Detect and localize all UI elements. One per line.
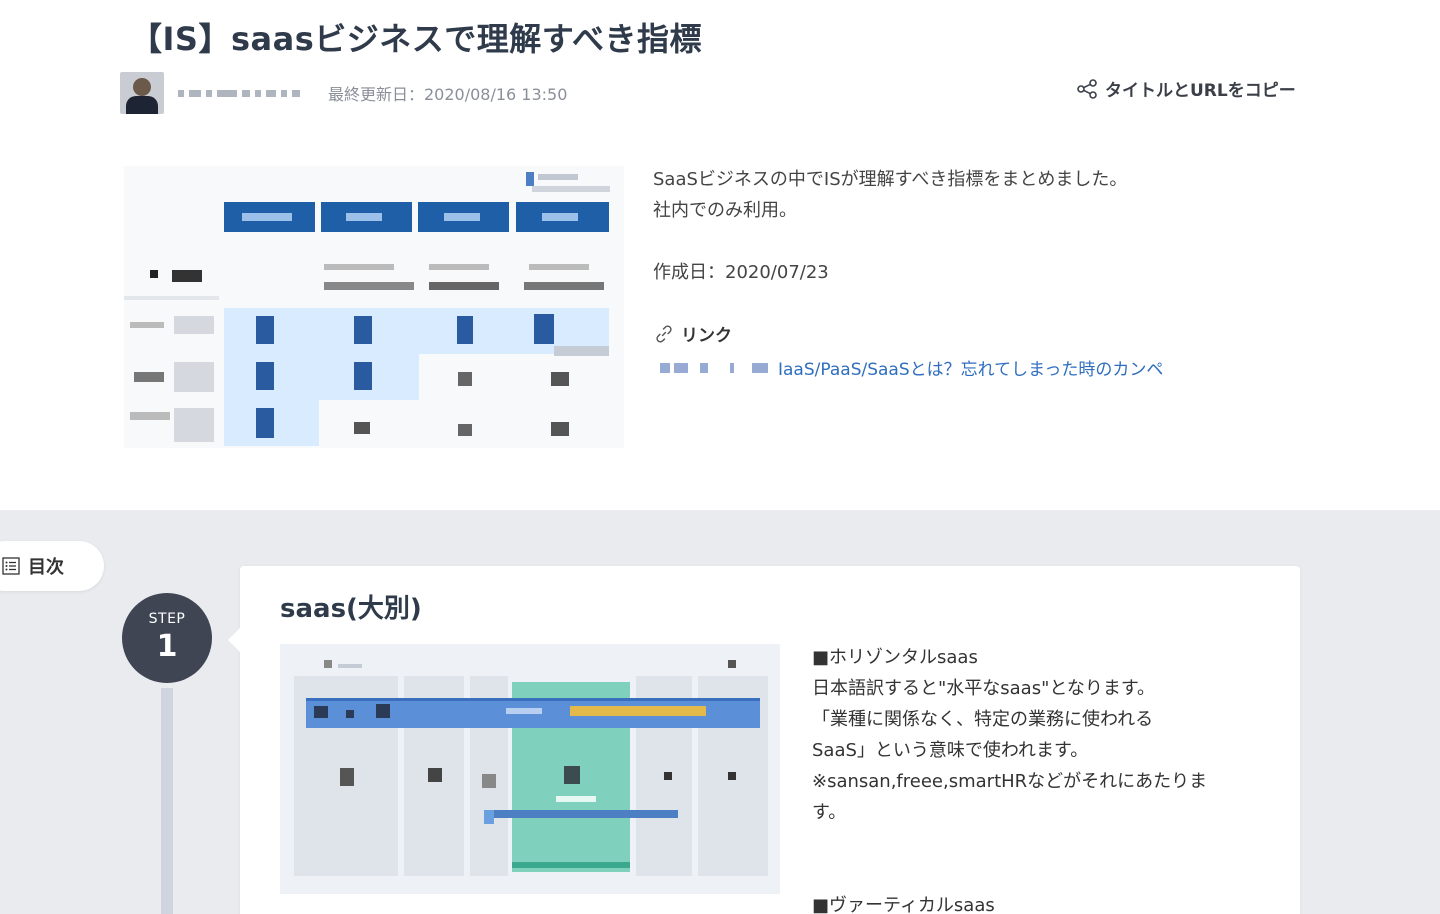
related-link-text[interactable]: IaaS/PaaS/SaaSとは？忘れてしまった時のカンペ [778, 355, 1163, 380]
step-title: saas(大別) [280, 594, 422, 624]
step-label: STEP [148, 611, 186, 627]
last-updated: 最終更新日：2020/08/16 13:50 [328, 85, 568, 104]
step-text-line-1: ■ホリゾンタルsaas [812, 647, 978, 668]
created-date: 作成日：2020/07/23 [653, 262, 829, 283]
description-line-1: SaaSビジネスの中でISが理解すべき指標をまとめました。 [653, 169, 1128, 190]
article-header: 【IS】saasビジネスで理解すべき指標 最終更新日：2020/08/16 13… [0, 0, 1440, 510]
step-body-text: ■ホリゾンタルsaas 日本語訳すると"水平なsaas"となります。 「業種に関… [812, 642, 1262, 914]
link-favicon-redacted [660, 362, 768, 373]
author-row: 最終更新日：2020/08/16 13:50 [120, 72, 567, 114]
step-text-line-5: ※sansan,freee,smartHRなどがそれにあたりま [812, 771, 1208, 792]
description-line-2: 社内でのみ利用。 [653, 200, 797, 221]
author-name-redacted [178, 89, 300, 97]
metrics-table-thumbnail[interactable] [124, 166, 624, 448]
step-text-line-2: 日本語訳すると"水平なsaas"となります。 [812, 678, 1156, 699]
toc-button[interactable]: 目次 [0, 541, 104, 591]
step-card: saas(大別) ■ホリゾンタルsaas 日本語訳すると"水平なsaas"となり… [228, 566, 1300, 914]
step-text-line-6: す。 [812, 802, 847, 823]
toc-label: 目次 [28, 557, 64, 578]
step-timeline-line [161, 688, 173, 914]
link-icon [656, 324, 672, 343]
step-number: 1 [156, 629, 178, 664]
saas-diagram-image[interactable] [280, 644, 780, 894]
step-text-line-3: 「業種に関係なく、特定の業務に使われる [812, 709, 1154, 730]
related-link[interactable]: IaaS/PaaS/SaaSとは？忘れてしまった時のカンペ [660, 355, 1163, 380]
list-icon [2, 557, 20, 575]
link-heading-label: リンク [681, 326, 732, 346]
share-icon [1077, 78, 1097, 99]
step-text-next-heading: ■ヴァーティカルsaas [812, 895, 995, 914]
step-badge: STEP 1 [122, 593, 212, 683]
page-title: 【IS】saasビジネスで理解すべき指標 [130, 20, 702, 58]
copy-label: タイトルとURLをコピー [1105, 81, 1296, 101]
avatar[interactable] [120, 72, 164, 114]
article-description: SaaSビジネスの中でISが理解すべき指標をまとめました。 社内でのみ利用。 作… [653, 164, 1293, 288]
step-text-line-4: SaaS」という意味で使われます。 [812, 740, 1089, 761]
copy-title-url-button[interactable]: タイトルとURLをコピー [1075, 76, 1296, 101]
link-heading: リンク [653, 321, 732, 346]
